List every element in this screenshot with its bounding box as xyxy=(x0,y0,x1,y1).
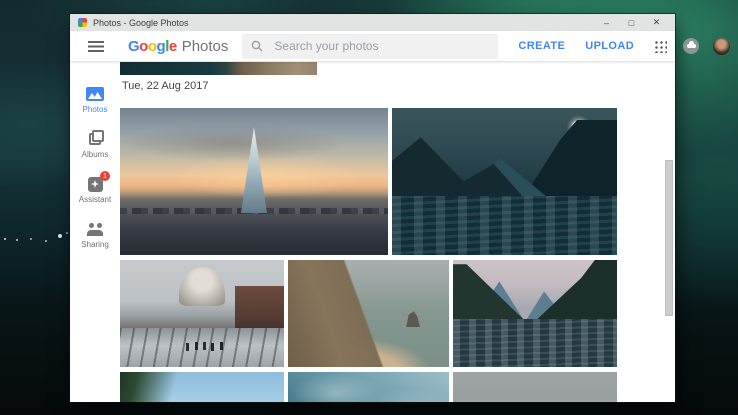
photos-icon-wrap xyxy=(86,86,104,102)
app-header: G o o g l e Photos CREATE UPLOAD xyxy=(70,31,675,62)
photo-tile-st-pauls[interactable] xyxy=(120,260,284,367)
logo-letter: G xyxy=(128,38,139,55)
logo-letter: o xyxy=(148,38,157,55)
sidebar-item-sharing[interactable]: Sharing xyxy=(70,221,120,249)
photo-tile-london-shard[interactable] xyxy=(120,108,388,255)
logo-letter: e xyxy=(169,38,177,55)
rock-arch xyxy=(406,311,420,327)
photo-tile-partial[interactable] xyxy=(120,62,317,75)
minimize-button[interactable]: – xyxy=(594,14,619,31)
logo-product-name: Photos xyxy=(182,38,229,55)
maximize-button[interactable]: □ xyxy=(619,14,644,31)
sidebar-nav: Photos Albums 1 Assistant xyxy=(70,62,120,402)
notification-badge: 1 xyxy=(100,171,110,181)
window-controls: – □ ✕ xyxy=(594,14,669,31)
screen: Photos - Google Photos – □ ✕ G o o g l e… xyxy=(0,0,738,415)
sidebar-item-albums[interactable]: Albums xyxy=(70,131,120,159)
google-photos-logo[interactable]: G o o g l e Photos xyxy=(128,38,228,55)
google-photos-window: Photos - Google Photos – □ ✕ G o o g l e… xyxy=(70,14,675,402)
sidebar-item-photos[interactable]: Photos xyxy=(70,86,120,114)
photo-grid: Tue, 22 Aug 2017 xyxy=(70,62,675,402)
albums-icon xyxy=(89,133,101,145)
window-title: Photos - Google Photos xyxy=(93,18,189,28)
wallpaper-village-lights xyxy=(4,238,6,240)
photo-tile-snowy-rocks[interactable] xyxy=(453,372,617,402)
app-body: Photos Albums 1 Assistant xyxy=(70,62,675,402)
lake-water xyxy=(453,319,617,367)
scrollbar-thumb[interactable] xyxy=(665,160,673,316)
search-box[interactable] xyxy=(242,34,498,59)
menu-icon[interactable] xyxy=(88,41,104,52)
photos-icon xyxy=(86,87,104,101)
sharing-icon-wrap xyxy=(86,221,104,237)
shard-tower xyxy=(241,127,267,213)
sidebar-item-assistant[interactable]: 1 Assistant xyxy=(70,176,120,204)
google-photos-app-icon xyxy=(78,18,87,27)
mountain-silhouette xyxy=(453,264,528,324)
mountain-silhouette xyxy=(523,120,618,199)
cathedral-dome xyxy=(179,267,225,306)
photo-tile-moon-mountains[interactable] xyxy=(392,108,617,255)
lake-water xyxy=(392,196,617,255)
create-button[interactable]: CREATE xyxy=(518,40,565,52)
header-actions: CREATE UPLOAD xyxy=(498,38,730,55)
photo-tile-durdle-door[interactable] xyxy=(288,260,449,367)
mountain-silhouette xyxy=(532,260,617,324)
photo-tile-mountain-lake[interactable] xyxy=(453,260,617,367)
backup-status-icon[interactable] xyxy=(683,38,699,54)
sidebar-label: Albums xyxy=(82,150,109,159)
logo-letter: o xyxy=(139,38,148,55)
date-header: Tue, 22 Aug 2017 xyxy=(122,80,208,92)
sidebar-label: Sharing xyxy=(81,240,109,249)
millennium-bridge xyxy=(120,328,284,367)
window-titlebar: Photos - Google Photos – □ ✕ xyxy=(70,14,675,31)
search-input[interactable] xyxy=(272,38,472,54)
account-avatar[interactable] xyxy=(713,38,730,55)
albums-icon-wrap xyxy=(86,131,104,147)
cloud-icon xyxy=(687,44,696,49)
logo-letter: g xyxy=(157,38,166,55)
photo-tile-alpine[interactable] xyxy=(120,372,284,402)
sidebar-label: Photos xyxy=(83,105,108,114)
sidebar-label: Assistant xyxy=(79,195,111,204)
close-button[interactable]: ✕ xyxy=(644,14,669,31)
assistant-icon-wrap: 1 xyxy=(86,176,104,192)
google-apps-icon[interactable] xyxy=(654,40,667,53)
photo-tile-sky[interactable] xyxy=(288,372,449,402)
search-icon xyxy=(251,40,263,52)
sharing-icon xyxy=(86,223,104,236)
upload-button[interactable]: UPLOAD xyxy=(585,40,634,52)
pedestrians xyxy=(195,342,198,350)
